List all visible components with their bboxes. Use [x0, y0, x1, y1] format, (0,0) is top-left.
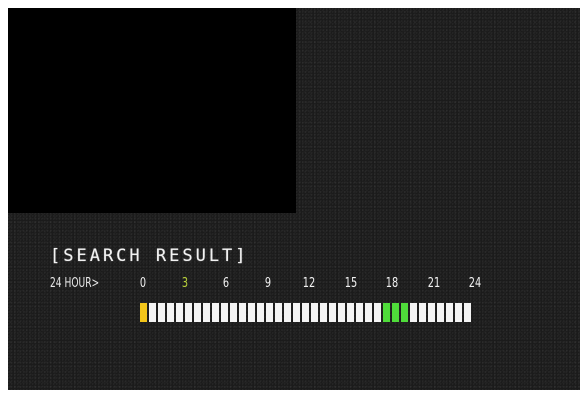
period-label: 24 HOUR> [50, 276, 100, 291]
timeline-slot[interactable] [374, 303, 381, 322]
timeline-slot[interactable] [158, 303, 165, 322]
timeline-slot[interactable] [392, 303, 399, 322]
timeline-slot[interactable] [275, 303, 282, 322]
video-preview-pane [8, 8, 296, 213]
hour-tick-label: 9 [264, 276, 271, 291]
hour-tick-label: 24 [469, 276, 482, 291]
timeline-slot[interactable] [221, 303, 228, 322]
hour-tick-label: 15 [344, 276, 357, 291]
timeline-slot[interactable] [464, 303, 471, 322]
timeline-slot[interactable] [428, 303, 435, 322]
timeline-bar[interactable] [140, 303, 473, 322]
timeline-slot[interactable] [347, 303, 354, 322]
timeline-slot[interactable] [293, 303, 300, 322]
dvr-screen: [SEARCH RESULT] 24 HOUR> 0 3 6 9 12 15 18 21 24 [8, 8, 580, 390]
timeline-slot[interactable] [455, 303, 462, 322]
timeline-slot[interactable] [446, 303, 453, 322]
timeline-slot[interactable] [320, 303, 327, 322]
hour-tick-label: 18 [386, 276, 399, 291]
hour-tick-label: 6 [222, 276, 230, 291]
timeline-slot[interactable] [401, 303, 408, 322]
timeline-slot[interactable] [140, 303, 147, 322]
search-result-title: [SEARCH RESULT] [50, 246, 249, 266]
timeline-slot[interactable] [419, 303, 426, 322]
timeline-slot[interactable] [329, 303, 336, 322]
hour-tick-label: 12 [302, 276, 316, 291]
timeline-slot[interactable] [167, 303, 174, 322]
timeline-slot[interactable] [203, 303, 210, 322]
timeline-slot[interactable] [230, 303, 237, 322]
timeline-slot[interactable] [239, 303, 246, 322]
timeline-slot[interactable] [212, 303, 219, 322]
timeline-slot[interactable] [266, 303, 273, 322]
timeline-slot[interactable] [149, 303, 156, 322]
timeline-slot[interactable] [248, 303, 255, 322]
timeline-slot[interactable] [302, 303, 309, 322]
timeline-slot[interactable] [383, 303, 390, 322]
timeline-slot[interactable] [185, 303, 192, 322]
timeline-slot[interactable] [356, 303, 363, 322]
timeline-slot[interactable] [338, 303, 345, 322]
timeline-slot[interactable] [194, 303, 201, 322]
timeline-slot[interactable] [176, 303, 183, 322]
hour-tick-label: 21 [427, 276, 440, 291]
timeline-slot[interactable] [410, 303, 417, 322]
timeline-slot[interactable] [437, 303, 444, 322]
timeline-slot[interactable] [284, 303, 291, 322]
hour-tick-label: 3 [181, 276, 188, 291]
timeline-slot[interactable] [365, 303, 372, 322]
timeline-slot[interactable] [311, 303, 318, 322]
timeline-slot[interactable] [257, 303, 264, 322]
hour-tick-label: 0 [139, 276, 147, 291]
